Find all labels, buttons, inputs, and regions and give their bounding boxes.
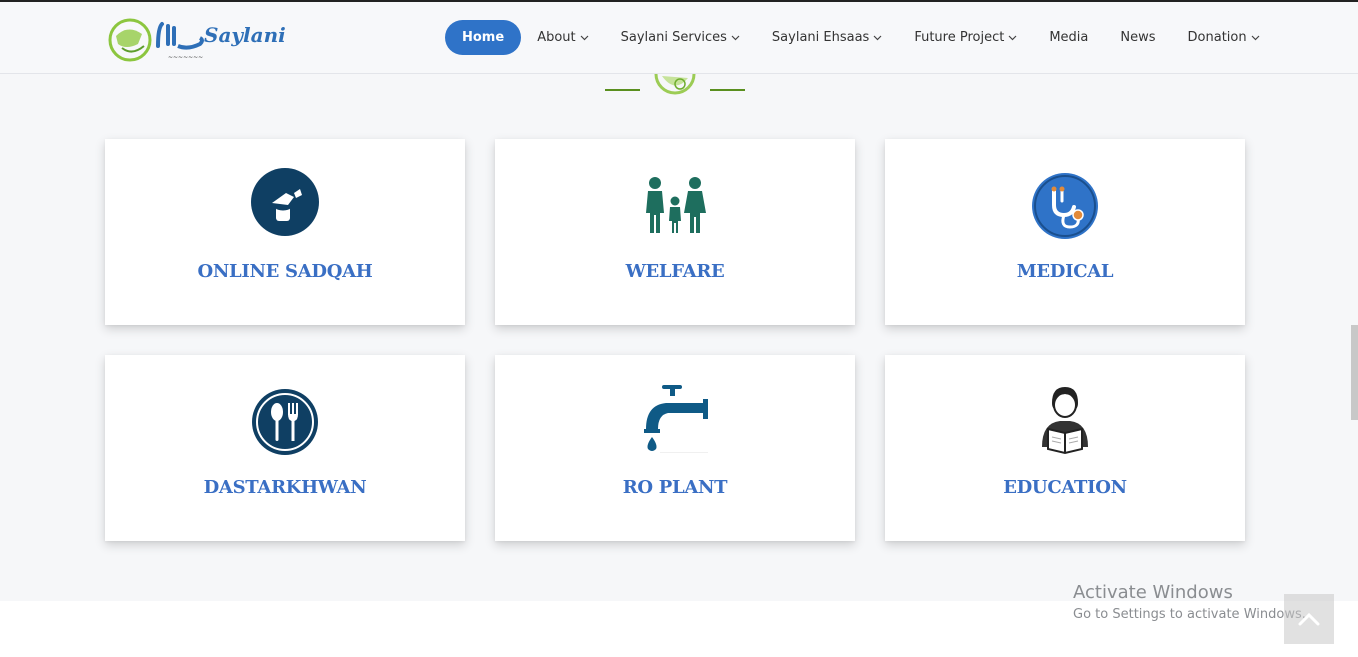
service-card-medical[interactable]: MEDICAL — [885, 139, 1245, 325]
watermark-subtitle: Go to Settings to activate Windows. — [1073, 607, 1306, 622]
service-title: RO PLANT — [622, 477, 728, 498]
nav-saylani-services[interactable]: Saylani Services — [605, 20, 756, 55]
nav-donation[interactable]: Donation — [1172, 20, 1276, 55]
stethoscope-icon — [1032, 173, 1098, 239]
svg-text:Saylani: Saylani — [204, 23, 286, 47]
service-card-online-sadqah[interactable]: ONLINE SADQAH — [105, 139, 465, 325]
chevron-down-icon — [731, 35, 740, 40]
service-card-welfare[interactable]: WELFARE — [495, 139, 855, 325]
chevron-down-icon — [873, 35, 882, 40]
nav-ehsaas-label: Saylani Ehsaas — [771, 30, 870, 45]
service-title: ONLINE SADQAH — [197, 261, 373, 282]
svg-text:~~~~~~~: ~~~~~~~ — [168, 54, 203, 61]
nav-news-label: News — [1120, 30, 1156, 45]
saylani-logo[interactable]: Saylani ~~~~~~~ — [108, 14, 293, 64]
student-reading-icon — [1042, 387, 1088, 455]
service-title: DASTARKHWAN — [203, 477, 367, 498]
service-title: MEDICAL — [1016, 261, 1114, 282]
nav-about-label: About — [537, 30, 576, 45]
nav-services-label: Saylani Services — [620, 30, 727, 45]
nav-about[interactable]: About — [521, 20, 604, 55]
service-card-ro-plant[interactable]: RO PLANT — [495, 355, 855, 541]
chevron-down-icon — [580, 35, 589, 40]
nav-home-label: Home — [462, 30, 505, 45]
family-icon — [646, 177, 706, 233]
service-card-dastarkhwan[interactable]: DASTARKHWAN — [105, 355, 465, 541]
nav-future-label: Future Project — [914, 30, 1005, 45]
main-nav: Home About Saylani Services Saylani Ehsa… — [445, 20, 1276, 55]
nav-donation-label: Donation — [1187, 30, 1247, 45]
page-scrollbar-thumb[interactable] — [1351, 325, 1358, 420]
nav-home[interactable]: Home — [445, 20, 522, 55]
nav-news[interactable]: News — [1104, 20, 1171, 55]
watermark-title: Activate Windows — [1073, 582, 1233, 603]
water-tap-icon — [644, 385, 708, 453]
chevron-up-icon — [1298, 612, 1320, 626]
nav-saylani-ehsaas[interactable]: Saylani Ehsaas — [756, 20, 898, 55]
donation-icon — [251, 168, 319, 236]
service-card-education[interactable]: EDUCATION — [885, 355, 1245, 541]
windows-activation-watermark: Activate Windows Go to Settings to activ… — [1073, 582, 1306, 622]
chevron-down-icon — [1008, 35, 1017, 40]
chevron-down-icon — [1251, 35, 1260, 40]
service-title: EDUCATION — [1003, 477, 1127, 498]
section-divider-emblem — [605, 73, 745, 95]
nav-media-label: Media — [1049, 30, 1089, 45]
scroll-to-top-button[interactable] — [1284, 594, 1334, 644]
spoon-fork-icon — [252, 389, 318, 455]
nav-future-project[interactable]: Future Project — [898, 20, 1033, 55]
nav-media[interactable]: Media — [1033, 20, 1104, 55]
service-title: WELFARE — [625, 261, 725, 282]
